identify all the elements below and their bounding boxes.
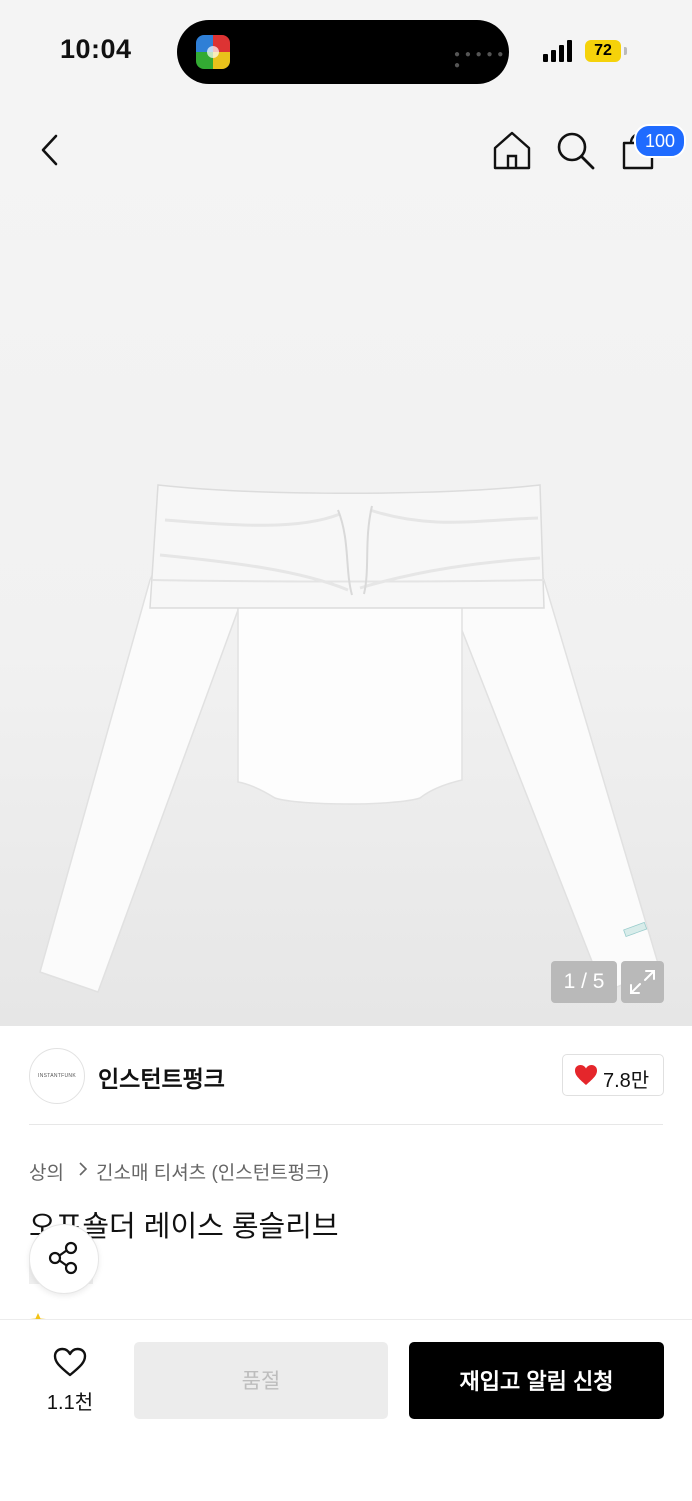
wish-button[interactable]: 1.1천	[40, 1344, 100, 1416]
share-icon	[48, 1241, 78, 1275]
brand-name[interactable]: 인스턴트펑크	[98, 1060, 225, 1094]
restock-alert-button[interactable]: 재입고 알림 신청	[409, 1342, 664, 1419]
share-button[interactable]	[29, 1224, 99, 1294]
brand-like-button[interactable]: 7.8만	[562, 1054, 664, 1096]
battery-cap	[624, 47, 627, 55]
search-button[interactable]	[551, 126, 599, 174]
soldout-button[interactable]: 품절	[134, 1342, 388, 1419]
image-counter: 1 / 5	[551, 961, 617, 1003]
product-image-gallery[interactable]	[0, 100, 692, 1026]
home-icon	[493, 131, 531, 170]
product-image	[39, 484, 661, 993]
back-button[interactable]	[26, 126, 74, 174]
chevron-right-icon	[77, 1161, 89, 1182]
heart-icon	[575, 1065, 597, 1085]
island-indicator: ● ● ● ● ● ●	[454, 49, 505, 71]
breadcrumb-subcategory[interactable]: 긴소매 티셔츠 (인스턴트펑크)	[96, 1158, 329, 1185]
dynamic-island: ● ● ● ● ● ●	[177, 20, 509, 84]
breadcrumb-category[interactable]: 상의	[29, 1158, 64, 1185]
brand-like-count: 7.8만	[603, 1070, 650, 1092]
search-icon	[557, 132, 595, 170]
brand-logo[interactable]: INSTANTFUNK	[29, 1048, 85, 1104]
chevron-left-icon	[41, 134, 58, 166]
home-button[interactable]	[488, 126, 536, 174]
divider	[29, 1124, 663, 1125]
status-time: 10:04	[60, 34, 132, 64]
wish-count: 1.1천	[46, 1392, 94, 1414]
battery-indicator: 72	[585, 40, 621, 62]
expand-icon[interactable]	[621, 961, 664, 1003]
signal-icon	[543, 40, 575, 67]
cart-badge: 100	[634, 124, 686, 158]
app-thumbnail-icon	[196, 35, 230, 69]
heart-outline-icon	[53, 1347, 87, 1377]
